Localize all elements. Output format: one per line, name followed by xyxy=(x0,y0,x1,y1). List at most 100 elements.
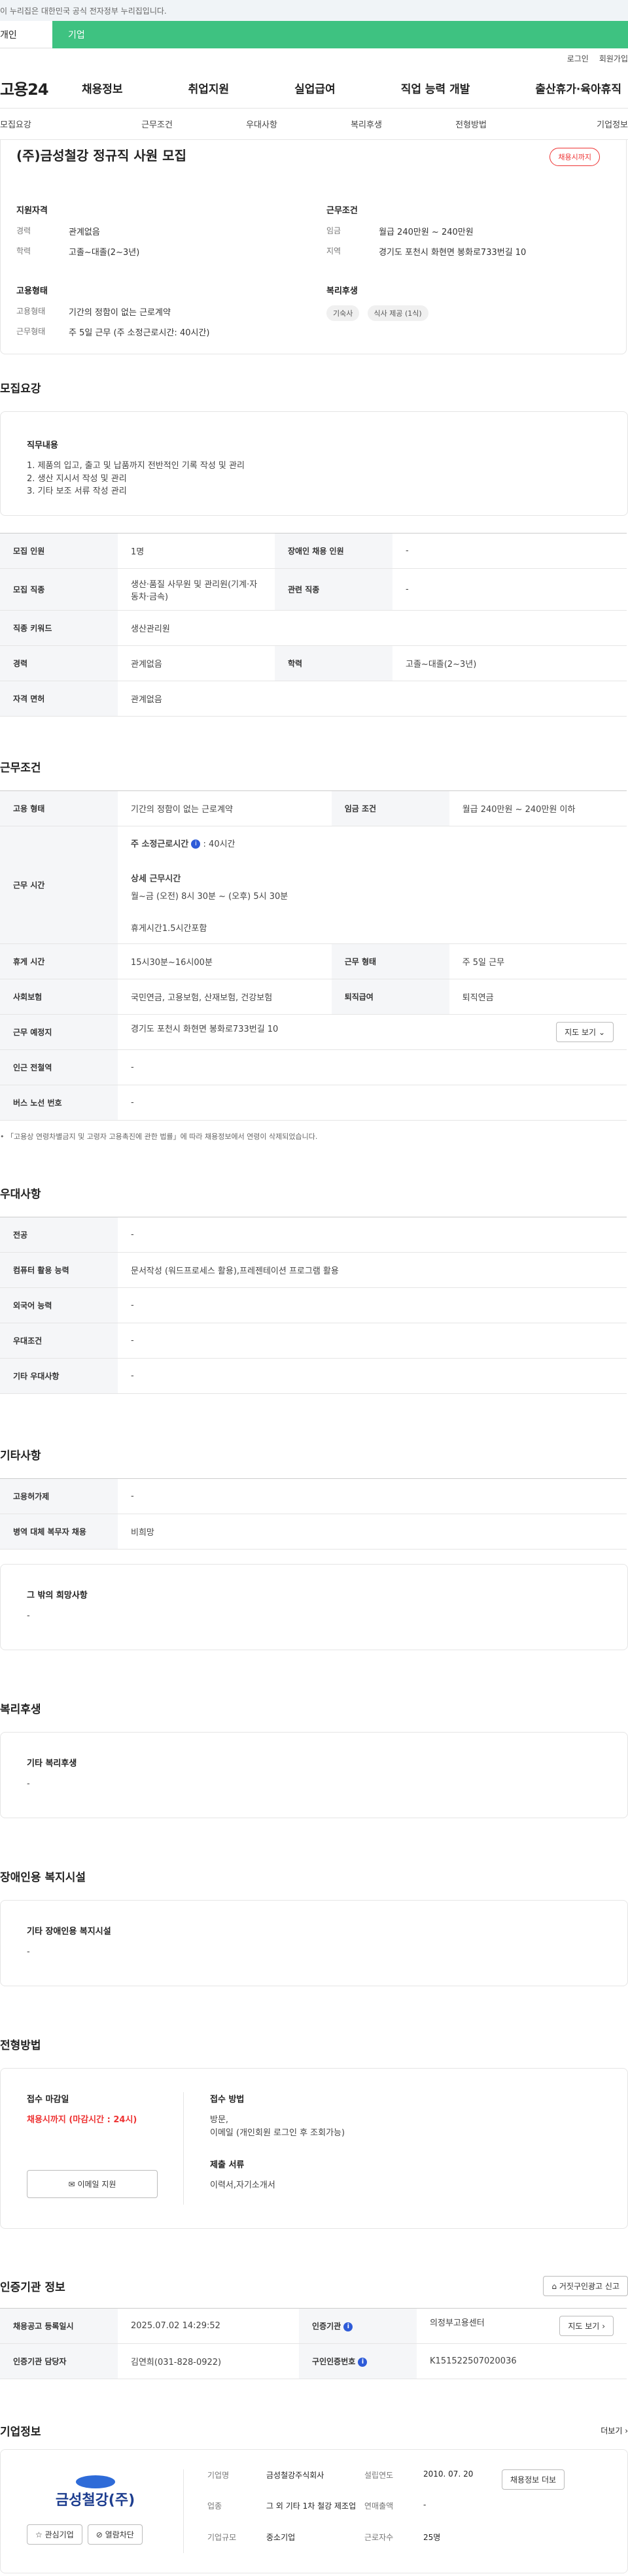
email-apply-button[interactable]: ✉ 이메일 지원 xyxy=(27,2169,158,2198)
gnb-item-jobs[interactable]: 채용정보 xyxy=(82,80,123,96)
cell-label: 모집 직종 xyxy=(0,568,118,611)
snb-item-recruit[interactable]: 모집요강 xyxy=(0,118,105,130)
worktype-value: 주 5일 근무 (주 소정근로시간: 40시간) xyxy=(69,328,210,338)
table-row: 우대조건 - xyxy=(0,1323,627,1359)
table-row: 고용 형태 기간의 정함이 없는 근로계약 임금 조건 월급 240만원 ~ 2… xyxy=(0,790,627,826)
info-value: 그 외 기타 1차 철강 제조업 xyxy=(266,2501,357,2511)
emptype-label: 고용형태 xyxy=(16,307,46,316)
cell-value: - xyxy=(392,568,627,611)
cert-section: 인증기관 정보 ⌂ 거짓구인광고 신고 채용공고 등록일시 2025.07.02… xyxy=(0,2276,628,2379)
block-icon: ⊘ xyxy=(96,2530,103,2539)
cell-value: 월급 240만원 ~ 240만원 이하 xyxy=(449,790,627,826)
gnb-item-parental-leave[interactable]: 출산휴가·육아휴직 xyxy=(535,80,621,96)
section-nav: 모집요강 근무조건 우대사항 복리후생 전형방법 기업정보 xyxy=(0,109,628,140)
info-icon[interactable]: i xyxy=(343,2322,353,2331)
table-row: 경력 관계없음 학력 고졸~대졸(2~3년) xyxy=(0,645,627,681)
cell-label: 인증기관 i xyxy=(299,2308,417,2344)
info-icon[interactable]: i xyxy=(358,2357,368,2367)
star-icon: ☆ xyxy=(35,2530,43,2539)
hope-box: 그 밖의 희망사항 - xyxy=(0,1564,628,1650)
disabled-box-value: - xyxy=(27,1947,30,1957)
work-section: 근무조건 고용 형태 기간의 정함이 없는 근로계약 임금 조건 월급 240만… xyxy=(0,758,628,1142)
hours-detail-label: 상세 근무시간 xyxy=(131,873,181,884)
edu-label: 학력 xyxy=(16,246,31,256)
gnb-item-job-training[interactable]: 직업 능력 개발 xyxy=(401,80,470,96)
cell-label-text: 인증기관 xyxy=(312,2322,341,2331)
table-row: 채용공고 등록일시 2025.07.02 14:29:52 인증기관 i 의정부… xyxy=(0,2308,627,2344)
hours-detail-value: 월~금 (오전) 8시 30분 ~ (오후) 5시 30분 xyxy=(131,891,288,902)
join-link[interactable]: 회원가입 xyxy=(599,53,628,64)
cell-value: 고졸~대졸(2~3년) xyxy=(392,645,627,681)
info-label: 기업규모 xyxy=(207,2532,237,2542)
company-info-grid: 기업명 금성철강주식회사 설립연도 2010. 07. 20 채용정보 더보 업… xyxy=(184,2469,601,2553)
cell-value: - xyxy=(118,1085,627,1121)
snb-item-work[interactable]: 근무조건 xyxy=(105,118,209,130)
region-label: 지역 xyxy=(326,246,341,256)
cond-heading: 근무조건 xyxy=(326,206,358,216)
cell-label: 학력 xyxy=(275,645,392,681)
tab-enterprise[interactable]: 기업 xyxy=(52,21,628,48)
age-notice: • 「고용상 연령차별금지 및 고령자 고용촉진에 관한 법률」에 따라 채용정… xyxy=(0,1131,628,1142)
info-icon[interactable]: i xyxy=(191,839,201,849)
selection-title: 전형방법 xyxy=(0,2039,41,2052)
etc-section: 기타사항 고용허가제 - 병역 대체 복무자 채용 비희망 그 밖의 희망사항 - xyxy=(0,1446,628,1650)
cell-label: 근무 시간 xyxy=(0,826,118,944)
company-more-link[interactable]: 더보기 › xyxy=(601,2425,628,2436)
org-map-label: 지도 보기 xyxy=(568,2322,600,2331)
welfare-tag: 식사 제공 (1식) xyxy=(367,305,428,321)
hope-heading: 그 밖의 희망사항 xyxy=(27,1591,88,1601)
etc-title: 기타사항 xyxy=(0,1449,41,1463)
cell-label: 버스 노선 번호 xyxy=(0,1085,118,1121)
map-button[interactable]: 지도 보기 ⌄ xyxy=(556,1022,614,1042)
gnb-item-employment-support[interactable]: 취업지원 xyxy=(188,80,230,96)
cell-value: 기간의 정함이 없는 근로계약 xyxy=(118,790,332,826)
pref-section: 우대사항 전공 - 컴퓨터 활용 능력 문서작성 (워드프로세스 활용),프레젠테이… xyxy=(0,1185,628,1394)
disabled-title: 장애인용 복지시설 xyxy=(0,1871,86,1884)
cell-value: - xyxy=(118,1287,627,1323)
snb-item-company[interactable]: 기업정보 xyxy=(523,118,628,130)
org-cell: 의정부고용센터 지도 보기 › xyxy=(417,2308,627,2344)
cell-label: 병역 대체 복무자 채용 xyxy=(0,1514,118,1550)
duty-box: 직무내용 1. 제품의 입고, 출고 및 납품까지 전반적인 기록 작성 및 관… xyxy=(0,411,628,516)
mail-icon: ✉ xyxy=(68,2179,75,2189)
site-logo[interactable]: 고용24 xyxy=(0,76,82,99)
cell-value: - xyxy=(118,1358,627,1394)
map-button-label: 지도 보기 xyxy=(565,1028,597,1037)
cell-label: 휴게 시간 xyxy=(0,943,118,979)
info-label: 업종 xyxy=(207,2501,222,2511)
pref-title: 우대사항 xyxy=(0,1188,41,1201)
snb-item-selection[interactable]: 전형방법 xyxy=(419,118,523,130)
report-button[interactable]: ⌂ 거짓구인광고 신고 xyxy=(543,2276,628,2296)
cell-label: 임금 조건 xyxy=(331,790,449,826)
company-logo-text: 금성철강(주) xyxy=(55,2492,135,2509)
disabled-box-heading: 기타 장애인용 복지시설 xyxy=(27,1927,111,1937)
company-emblem xyxy=(75,2475,115,2488)
job-summary-card: (주)금성철강 정규직 사원 모집 채용시까지 지원자격 경력 관계없음 학력 고졸… xyxy=(0,140,627,354)
table-row: 인근 전철역 - xyxy=(0,1049,627,1085)
cert-table: 채용공고 등록일시 2025.07.02 14:29:52 인증기관 i 의정부… xyxy=(0,2308,627,2379)
method-value: 이메일 (개인회원 로그인 후 조회가능) xyxy=(210,2127,345,2138)
location-cell: 경기도 포천시 화현면 봉화로733번길 10 지도 보기 ⌄ xyxy=(118,1014,627,1050)
block-company-button[interactable]: ⊘ 열람차단 xyxy=(87,2524,143,2545)
hours-std-value: : 40시간 xyxy=(203,839,236,849)
org-map-button[interactable]: 지도 보기 › xyxy=(559,2316,614,2336)
tab-individual[interactable]: 개인 xyxy=(0,21,52,48)
home-icon: ⌂ xyxy=(551,2282,557,2291)
snb-item-welfare[interactable]: 복리후생 xyxy=(314,118,419,130)
cell-label: 인증기관 담당자 xyxy=(0,2343,118,2379)
info-label: 설립연도 xyxy=(364,2471,394,2480)
worktype-label: 근무형태 xyxy=(16,327,46,336)
gnb-item-unemployment-benefit[interactable]: 실업급여 xyxy=(294,80,336,96)
hope-value: - xyxy=(27,1611,30,1621)
login-link[interactable]: 로그인 xyxy=(567,53,589,64)
gov-notice-bar: 이 누리집은 대한민국 공식 전자정부 누리집입니다. xyxy=(0,0,628,21)
table-row: 근무 예정지 경기도 포천시 화현면 봉화로733번길 10 지도 보기 ⌄ xyxy=(0,1014,627,1050)
recruit-table: 모집 인원 1명 장애인 채용 인원 - 모집 직종 생산·품질 사무원 및 관… xyxy=(0,533,627,717)
snb-item-pref[interactable]: 우대사항 xyxy=(209,118,314,130)
emptype-value: 기간의 정함이 없는 근로계약 xyxy=(69,308,171,318)
recruit-info-button[interactable]: 채용정보 더보 xyxy=(502,2469,565,2490)
career-label: 경력 xyxy=(16,226,31,235)
deadline-col: 접수 마감일 채용시까지 (마감시간 : 24시) ✉ 이메일 지원 xyxy=(27,2092,184,2205)
favorite-company-button[interactable]: ☆ 관심기업 xyxy=(27,2524,82,2545)
cell-value: 관계없음 xyxy=(118,645,275,681)
